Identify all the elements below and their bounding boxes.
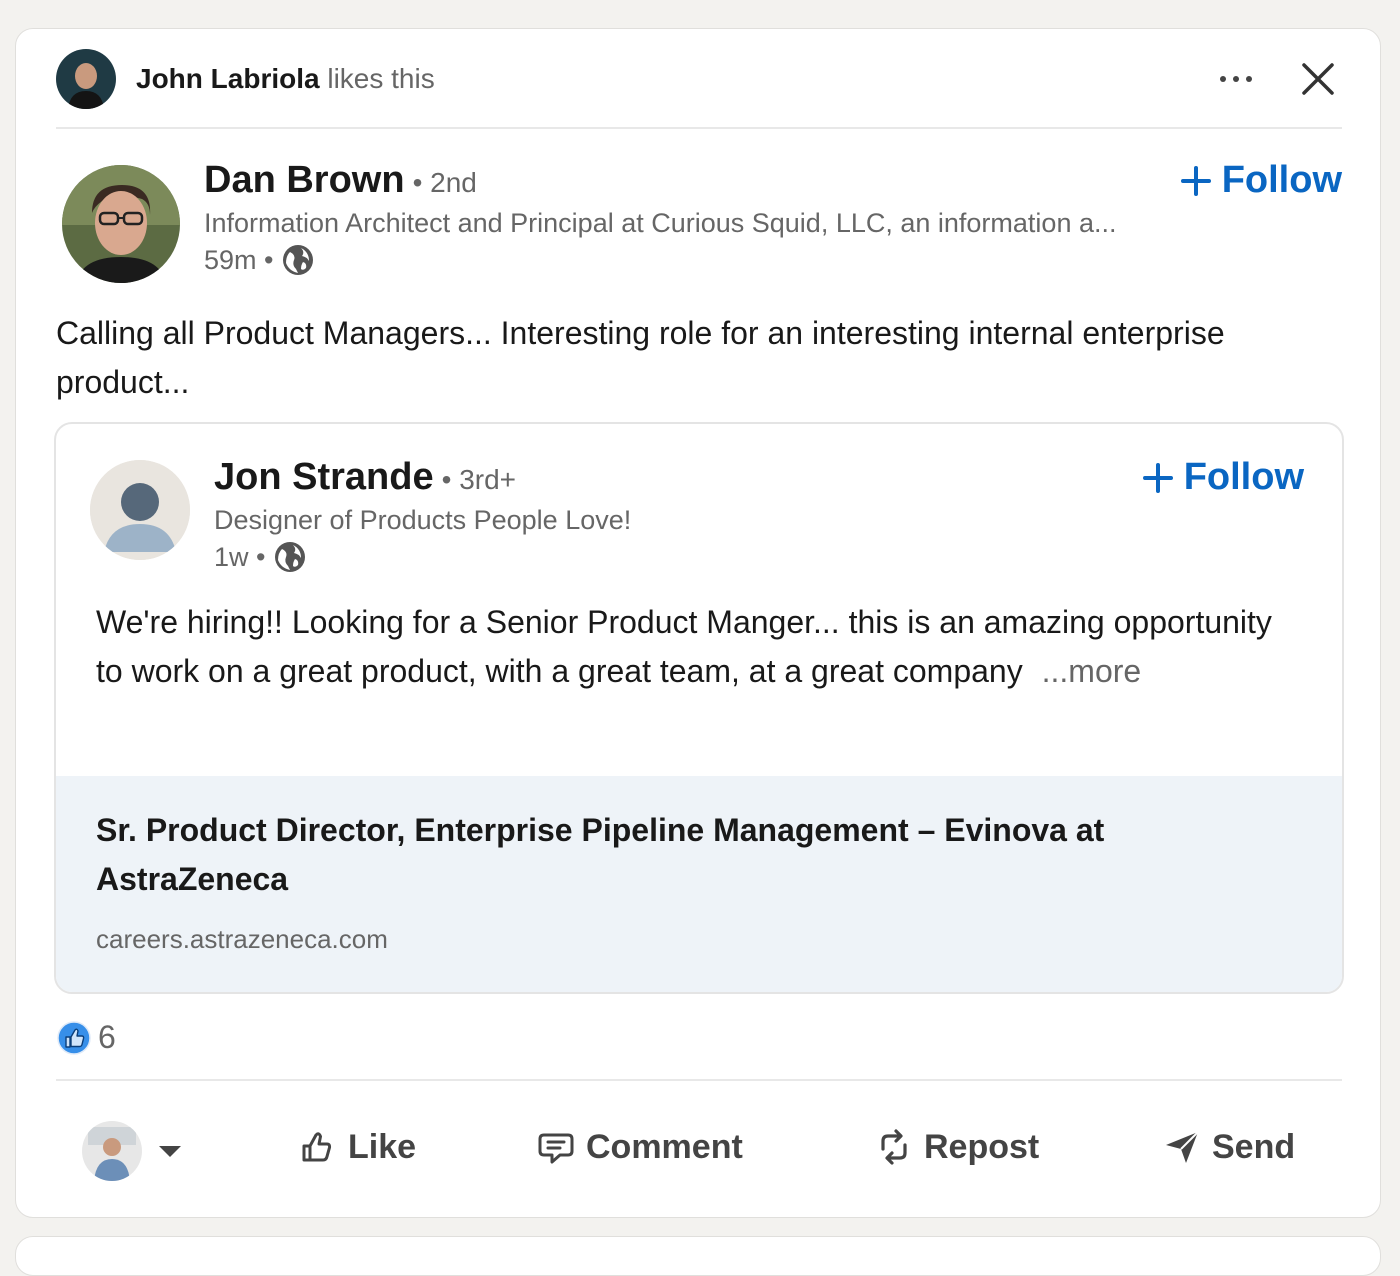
- post-commentary: Calling all Product Managers... Interest…: [56, 315, 1225, 400]
- post-action-bar: Like Comment Repost Send: [56, 1111, 1342, 1191]
- comment-label: Comment: [586, 1127, 743, 1166]
- globe-icon: [283, 245, 314, 275]
- repost-button[interactable]: Repost: [874, 1127, 1039, 1167]
- actor-avatar[interactable]: [56, 49, 116, 109]
- caret-down-icon: [159, 1146, 181, 1157]
- comment-button[interactable]: Comment: [536, 1127, 743, 1167]
- close-icon[interactable]: [1298, 59, 1338, 99]
- like-label: Like: [348, 1127, 417, 1166]
- link-preview-domain: careers.astrazeneca.com: [96, 924, 388, 954]
- plus-icon: [1180, 165, 1211, 196]
- repost-icon: [881, 1129, 907, 1165]
- link-preview-title: Sr. Product Director, Enterprise Pipelin…: [96, 812, 1105, 897]
- follow-label: Follow: [1221, 159, 1342, 201]
- more-options-icon[interactable]: [1216, 61, 1256, 97]
- follow-button[interactable]: Follow: [1180, 159, 1342, 202]
- shared-author-headline: Designer of Products People Love!: [214, 505, 632, 535]
- social-context-header: John Labriola likes this: [56, 49, 1342, 109]
- next-feed-card: [15, 1236, 1381, 1276]
- author-headline: Information Architect and Principal at C…: [204, 208, 1117, 238]
- send-label: Send: [1212, 1127, 1296, 1166]
- shared-follow-button[interactable]: Follow: [1142, 456, 1304, 499]
- post-time: 59m •: [204, 244, 274, 275]
- shared-author-name[interactable]: Jon Strande: [214, 456, 434, 499]
- feed-post-card: John Labriola likes this Dan Brown • 2nd…: [15, 28, 1381, 1218]
- send-button[interactable]: Send: [1162, 1127, 1295, 1167]
- shared-post[interactable]: Jon Strande • 3rd+ Designer of Products …: [54, 422, 1344, 994]
- shared-follow-label: Follow: [1183, 456, 1304, 498]
- social-action-text: likes this: [327, 63, 435, 94]
- social-context-text: John Labriola likes this: [136, 63, 435, 95]
- like-reaction-icon: [57, 1020, 91, 1055]
- post-as-selector[interactable]: [82, 1121, 184, 1181]
- author-info: Dan Brown • 2nd Information Architect an…: [204, 159, 1116, 277]
- shared-connection-degree: • 3rd+: [441, 464, 517, 495]
- plus-icon: [1142, 462, 1173, 493]
- see-more-link[interactable]: ...more: [1042, 653, 1142, 689]
- divider: [56, 1079, 1342, 1081]
- connection-degree: • 2nd: [412, 167, 477, 198]
- shared-post-author: Jon Strande • 3rd+ Designer of Products …: [90, 456, 1304, 576]
- globe-icon: [275, 542, 306, 572]
- reaction-count: 6: [98, 1019, 116, 1055]
- shared-post-meta: 1w •: [214, 540, 631, 574]
- author-avatar[interactable]: [62, 165, 180, 283]
- like-icon: [302, 1132, 332, 1162]
- link-preview-card[interactable]: Sr. Product Director, Enterprise Pipelin…: [56, 776, 1342, 992]
- shared-post-text: We're hiring!! Looking for a Senior Prod…: [96, 598, 1296, 696]
- repost-label: Repost: [924, 1127, 1040, 1166]
- send-icon: [1166, 1131, 1199, 1163]
- divider: [56, 127, 1342, 129]
- post-author: Dan Brown • 2nd Information Architect an…: [56, 159, 1342, 289]
- current-user-avatar: [82, 1121, 142, 1181]
- shared-author-info: Jon Strande • 3rd+ Designer of Products …: [214, 456, 631, 574]
- shared-post-time: 1w •: [214, 541, 266, 572]
- actor-name[interactable]: John Labriola: [136, 63, 320, 94]
- comment-icon: [538, 1133, 574, 1164]
- author-name[interactable]: Dan Brown: [204, 159, 405, 202]
- post-meta: 59m •: [204, 243, 1116, 277]
- shared-author-avatar[interactable]: [90, 460, 190, 560]
- like-button[interactable]: Like: [298, 1127, 416, 1167]
- reactions-summary[interactable]: 6: [56, 1019, 116, 1056]
